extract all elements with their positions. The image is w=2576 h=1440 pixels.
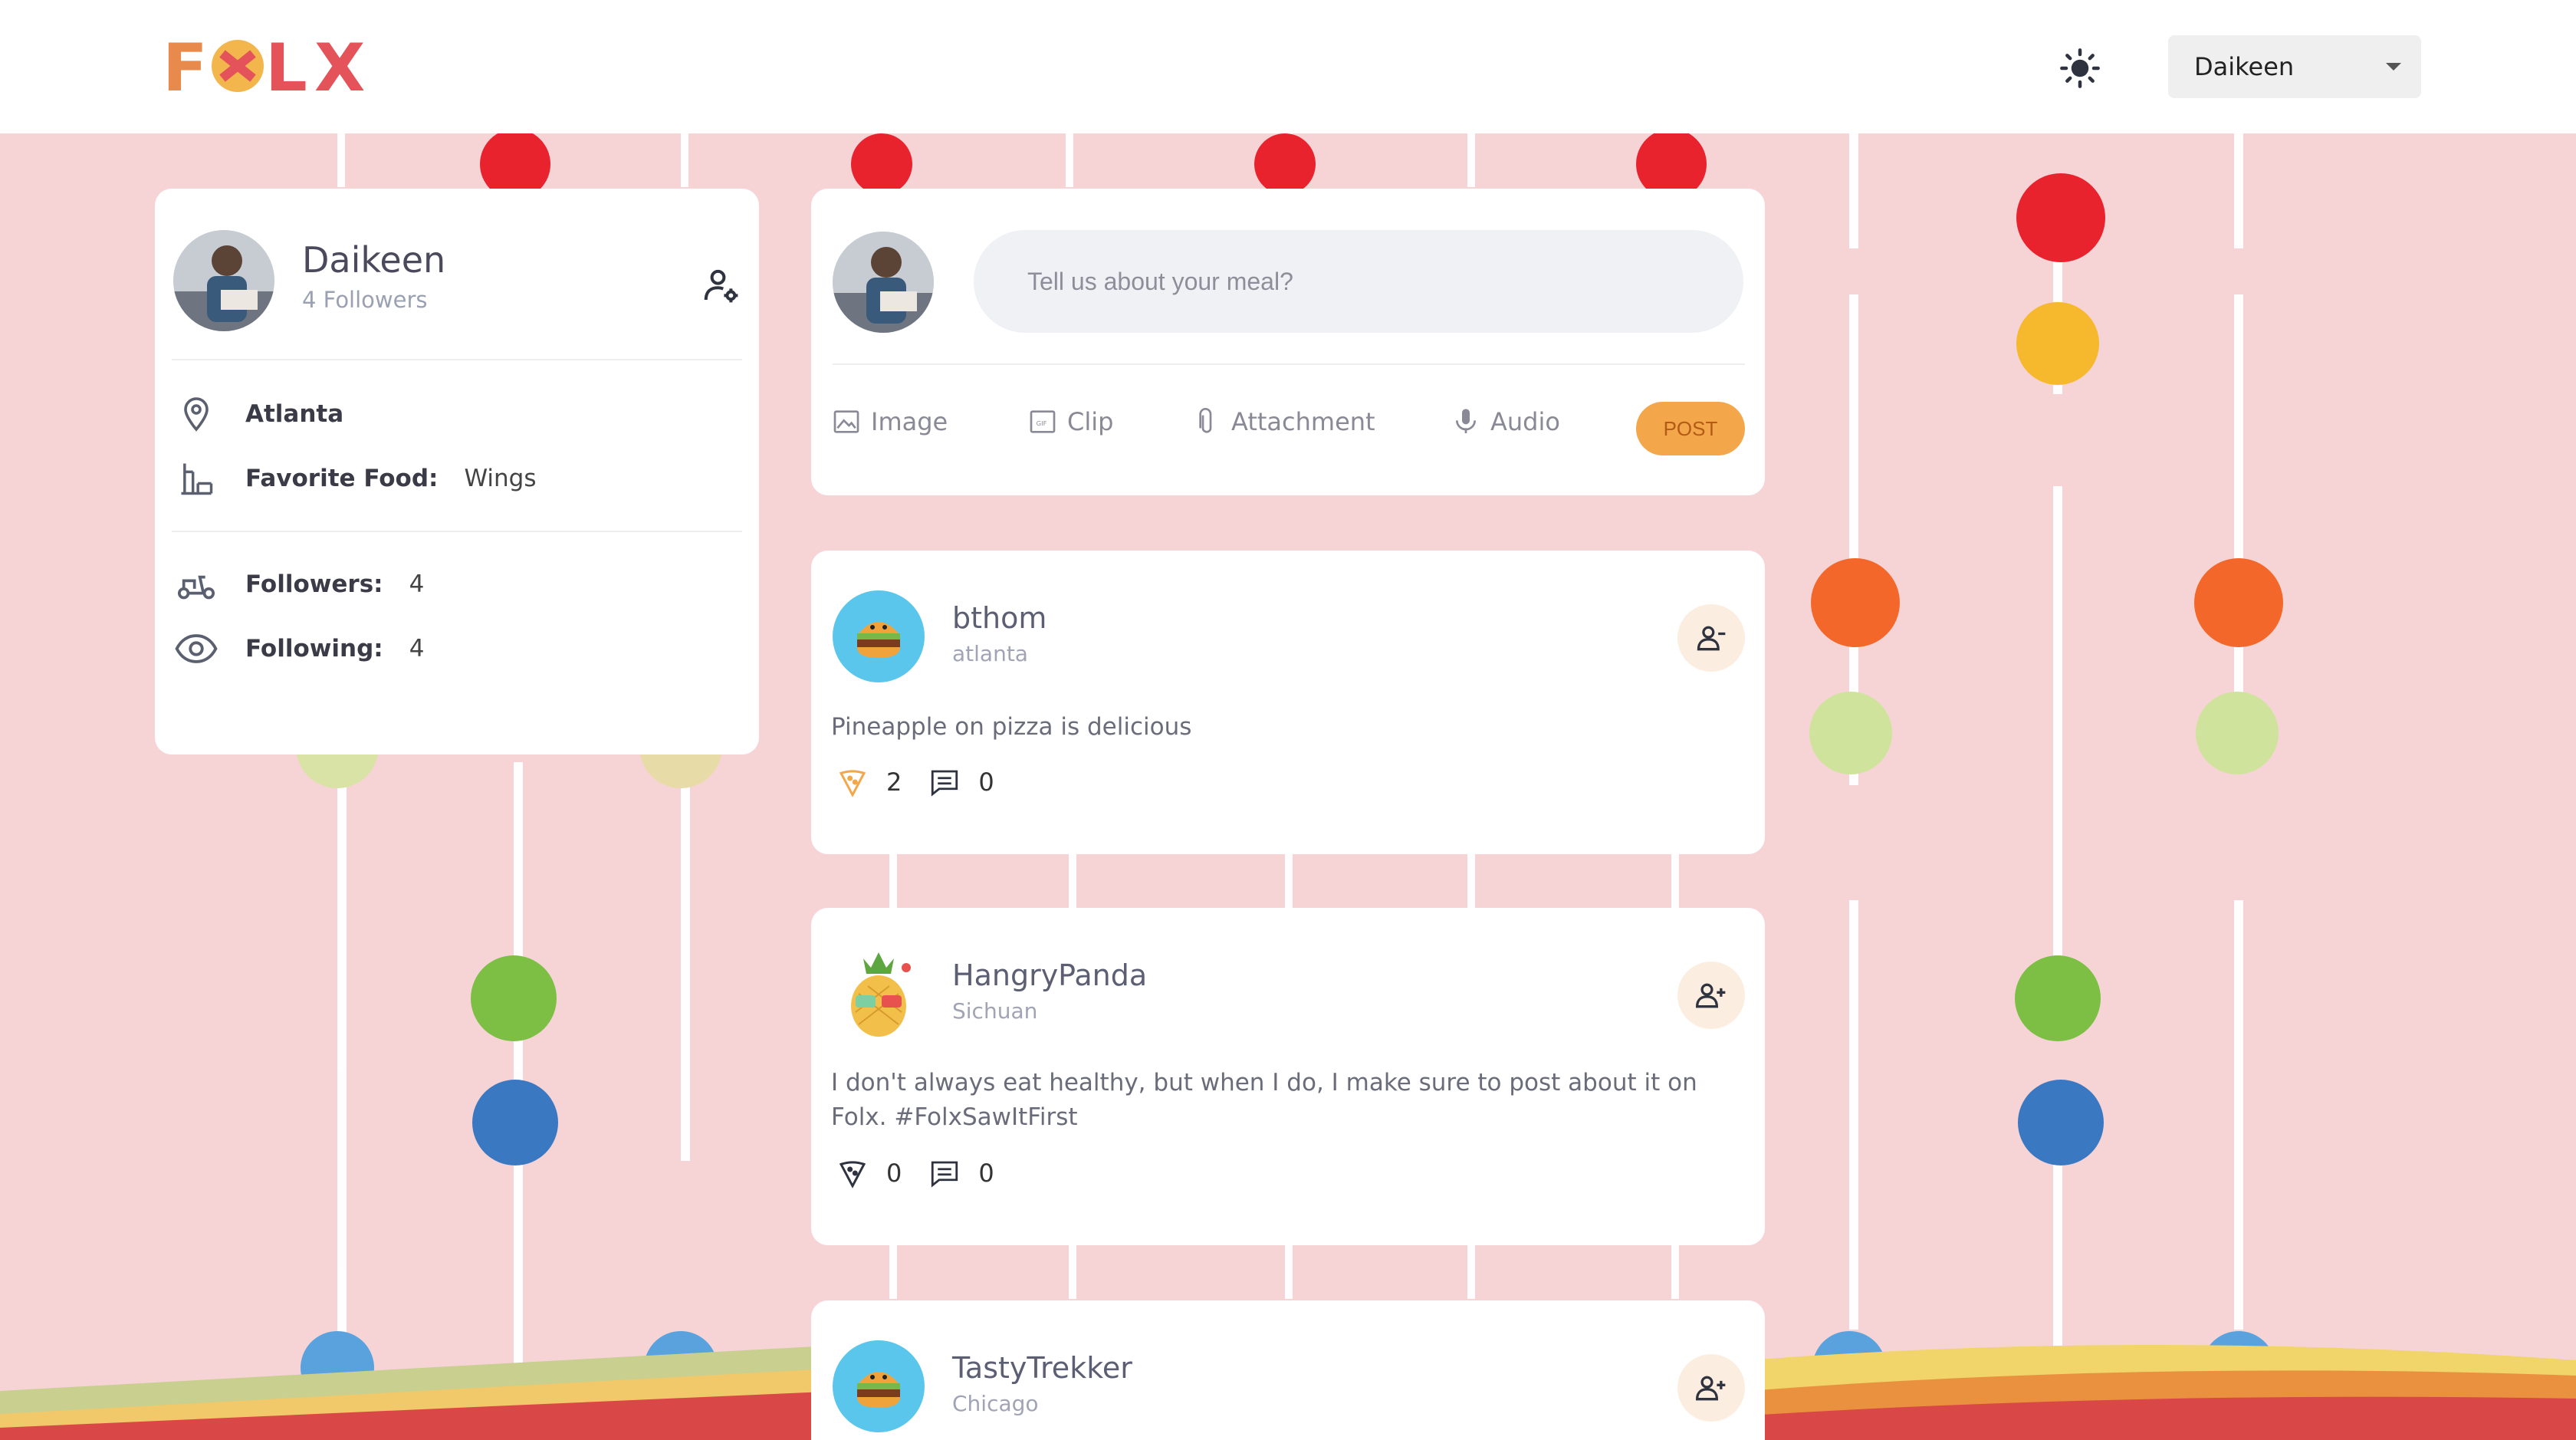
comment-count: 0 xyxy=(978,1159,994,1188)
clip-upload-button[interactable]: GIF Clip xyxy=(1027,406,1113,437)
gif-icon: GIF xyxy=(1030,410,1056,433)
feed-post: bthom atlanta Pineapple on pizza is deli… xyxy=(811,551,1765,854)
image-upload-button[interactable]: Image xyxy=(831,406,948,437)
post-button[interactable]: POST xyxy=(1636,402,1745,455)
image-tool-label: Image xyxy=(871,407,948,436)
like-count: 2 xyxy=(886,768,902,797)
burger-icon xyxy=(857,1372,900,1408)
folx-logo[interactable]: F L X xyxy=(163,32,380,98)
profile-following-row: Following: 4 xyxy=(172,624,424,673)
feed-post: HangryPanda Sichuan I don't always eat h… xyxy=(811,908,1765,1245)
profile-avatar[interactable] xyxy=(173,230,274,331)
attachment-tool-label: Attachment xyxy=(1231,407,1375,436)
svg-text:GIF: GIF xyxy=(1037,419,1047,427)
post-stats: 0 0 xyxy=(831,1152,1016,1195)
audio-upload-button[interactable]: Audio xyxy=(1451,406,1560,437)
add-user-icon xyxy=(1696,1376,1726,1401)
profile-location-row: Atlanta xyxy=(172,390,343,439)
post-location: atlanta xyxy=(952,641,1028,666)
comment-icon[interactable] xyxy=(923,1152,966,1195)
like-count: 0 xyxy=(886,1159,902,1188)
user-select-value: Daikeen xyxy=(2194,52,2295,81)
pizza-like-icon[interactable] xyxy=(831,761,874,804)
post-username[interactable]: HangryPanda xyxy=(952,958,1147,992)
chevron-down-icon xyxy=(2386,63,2401,71)
svg-text:F: F xyxy=(163,32,208,98)
user-select-dropdown[interactable]: Daikeen xyxy=(2168,35,2421,98)
burger-icon xyxy=(857,622,900,658)
top-navigation-bar: F L X Daikeen xyxy=(0,0,2576,133)
post-username[interactable]: TastyTrekker xyxy=(952,1351,1132,1385)
unfollow-user-button[interactable] xyxy=(1677,604,1745,672)
post-composer: Image GIF Clip Attachment Audio POST xyxy=(811,189,1765,495)
user-settings-icon xyxy=(704,269,738,303)
follow-user-button[interactable] xyxy=(1677,962,1745,1029)
remove-user-icon xyxy=(1697,626,1726,651)
post-text: Pineapple on pizza is delicious xyxy=(831,713,1192,741)
manage-account-button[interactable] xyxy=(701,265,742,307)
sun-icon xyxy=(2060,48,2100,88)
profile-photo xyxy=(833,232,934,333)
followers-count[interactable]: 4 xyxy=(409,570,425,598)
svg-text:L: L xyxy=(265,32,307,98)
burger-avatar[interactable] xyxy=(833,590,925,682)
meal-post-input[interactable] xyxy=(974,230,1743,333)
scooter-icon xyxy=(172,560,221,609)
profile-name: Daikeen xyxy=(302,239,446,281)
post-location: Chicago xyxy=(952,1391,1039,1416)
follow-user-button[interactable] xyxy=(1677,1354,1745,1422)
location-pin-icon xyxy=(172,390,221,439)
followers-label: Followers: xyxy=(245,570,383,598)
post-text: I don't always eat healthy, but when I d… xyxy=(831,1069,1697,1131)
eye-icon xyxy=(172,624,221,673)
svg-text:X: X xyxy=(314,32,365,98)
microphone-icon xyxy=(1456,409,1476,433)
audio-tool-label: Audio xyxy=(1490,407,1560,436)
paperclip-icon xyxy=(1199,408,1212,433)
attachment-upload-button[interactable]: Attachment xyxy=(1191,406,1375,437)
profile-divider-bottom xyxy=(172,531,742,532)
profile-location: Atlanta xyxy=(245,400,344,428)
profile-photo xyxy=(173,230,274,331)
profile-divider-top xyxy=(172,359,742,360)
post-location: Sichuan xyxy=(952,998,1038,1024)
feed-post: TastyTrekker Chicago xyxy=(811,1300,1765,1440)
pineapple-avatar[interactable] xyxy=(833,948,925,1040)
post-username[interactable]: bthom xyxy=(952,601,1046,635)
image-icon xyxy=(833,410,859,433)
profile-favorite-food-row: Favorite Food: Wings xyxy=(172,454,537,503)
comment-count: 0 xyxy=(978,768,994,797)
favorite-food-label: Favorite Food: xyxy=(245,465,439,492)
favorite-food-value: Wings xyxy=(464,465,537,492)
following-label: Following: xyxy=(245,635,383,662)
pizza-like-icon[interactable] xyxy=(831,1152,874,1195)
composer-avatar xyxy=(833,232,934,333)
clip-tool-label: Clip xyxy=(1067,407,1114,436)
profile-followers-row: Followers: 4 xyxy=(172,560,424,609)
composer-divider xyxy=(833,363,1745,365)
burger-avatar[interactable] xyxy=(833,1340,925,1432)
profile-followers-summary: 4 Followers xyxy=(302,287,428,313)
pineapple-icon xyxy=(851,952,911,1037)
profile-card: Daikeen 4 Followers Atlanta Favorite Foo… xyxy=(155,189,759,755)
following-count[interactable]: 4 xyxy=(409,635,425,662)
comment-icon[interactable] xyxy=(923,761,966,804)
kitchen-counter-icon xyxy=(172,454,221,503)
theme-toggle-button[interactable] xyxy=(2055,43,2105,94)
post-stats: 2 0 xyxy=(831,761,1016,804)
add-user-icon xyxy=(1696,983,1726,1008)
